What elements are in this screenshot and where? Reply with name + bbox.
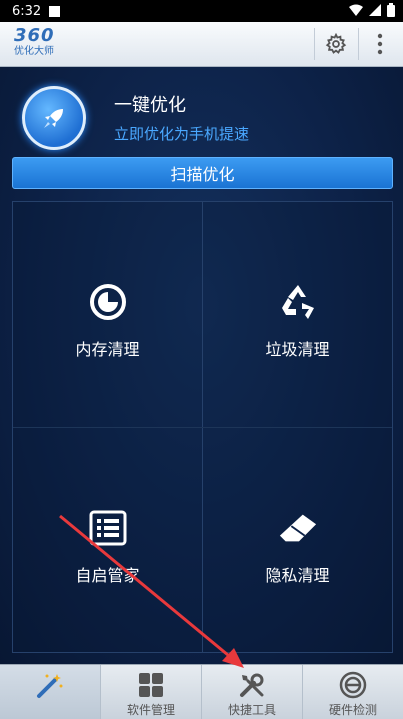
app-logo: 360 优化大师 — [14, 26, 74, 62]
memory-clean-tile[interactable]: 内存清理 — [13, 202, 202, 427]
hardware-icon — [339, 671, 367, 699]
nav-optimize[interactable] — [0, 665, 100, 719]
apps-icon — [138, 671, 164, 699]
bottom-nav: 软件管理 快捷工具 硬件检测 — [0, 664, 403, 719]
privacy-clean-tile[interactable]: 隐私清理 — [203, 428, 392, 653]
recycle-icon — [278, 282, 318, 322]
main-panel: 一键优化 立即优化为手机提速 扫描优化 内存清理 垃圾清理 自启管家 隐私清理 — [0, 67, 403, 664]
feature-label: 自启管家 — [75, 566, 140, 585]
feature-label: 垃圾清理 — [265, 340, 330, 359]
feature-grid: 内存清理 垃圾清理 自启管家 隐私清理 — [12, 201, 393, 653]
nav-software-manager[interactable]: 软件管理 — [100, 665, 201, 719]
logo-subtitle: 优化大师 — [14, 46, 54, 57]
wifi-icon — [349, 4, 363, 16]
nav-label: 快捷工具 — [227, 703, 276, 717]
logo-number: 360 — [14, 25, 55, 46]
tools-icon — [238, 671, 266, 699]
autostart-manager-tile[interactable]: 自启管家 — [13, 428, 202, 653]
eraser-icon — [278, 508, 318, 548]
nav-label: 硬件检测 — [328, 703, 377, 717]
rocket-icon — [44, 109, 63, 128]
scan-optimize-button[interactable]: 扫描优化 — [12, 157, 393, 189]
hero-subtitle: 立即优化为手机提速 — [114, 125, 250, 143]
more-vertical-icon — [377, 33, 383, 55]
signal-icon — [369, 4, 381, 16]
app-bar: 360 优化大师 — [0, 22, 403, 67]
status-icons — [349, 3, 395, 17]
status-time: 6:32 — [12, 3, 42, 19]
nav-quick-tools[interactable]: 快捷工具 — [201, 665, 302, 719]
one-click-optimize-button[interactable] — [22, 86, 86, 150]
nav-hardware-check[interactable]: 硬件检测 — [302, 665, 403, 719]
list-icon — [88, 508, 128, 548]
junk-clean-tile[interactable]: 垃圾清理 — [203, 202, 392, 427]
hero-title: 一键优化 — [114, 95, 186, 116]
battery-icon — [387, 3, 395, 17]
nav-label: 软件管理 — [126, 703, 175, 717]
magic-wand-icon — [35, 671, 65, 699]
status-bar: 6:32 — [0, 0, 403, 22]
gear-icon — [325, 33, 347, 54]
settings-button[interactable] — [314, 22, 358, 66]
feature-label: 隐私清理 — [265, 566, 330, 585]
feature-label: 内存清理 — [75, 340, 140, 359]
more-menu-button[interactable] — [358, 22, 402, 66]
notification-icon — [49, 5, 61, 17]
memory-icon — [88, 282, 128, 322]
